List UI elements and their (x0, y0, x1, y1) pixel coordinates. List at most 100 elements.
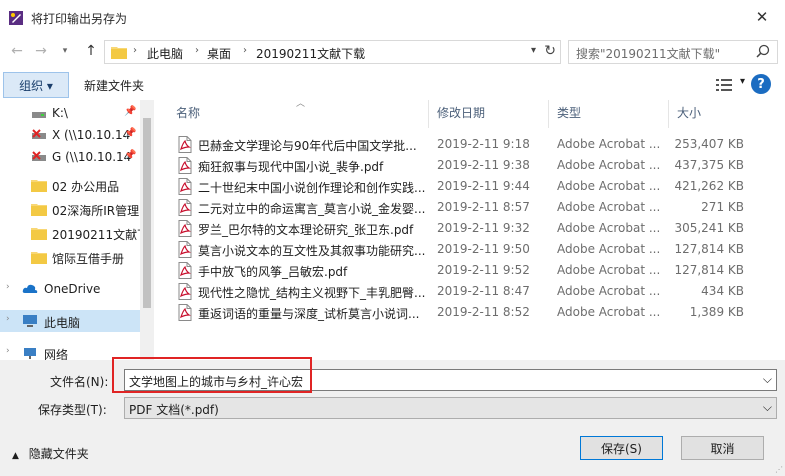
network-icon (24, 348, 36, 359)
view-chevron-down-icon[interactable]: ▾ (740, 76, 745, 87)
pdf-file-icon (178, 199, 192, 216)
address-bar[interactable]: › 此电脑 › 桌面 › 20190211文献下载 ▾ ↻ (104, 40, 561, 64)
sidebar-item-label: K:\ (52, 106, 68, 120)
column-header-type[interactable]: 类型 (557, 104, 581, 128)
save-button[interactable]: 保存(S) (580, 436, 663, 460)
organize-button[interactable]: 组织 ▾ (3, 72, 69, 98)
sidebar-item-download-folder[interactable]: 20190211文献下 (0, 222, 140, 244)
filetype-label: 保存类型(T): (38, 403, 107, 417)
column-divider[interactable] (428, 100, 429, 128)
new-folder-button[interactable]: 新建文件夹 (84, 77, 144, 94)
filetype-select[interactable]: PDF 文档(*.pdf) ⌵ (124, 397, 777, 419)
pin-icon: 📌 (124, 128, 137, 139)
sidebar-item-x-drive[interactable]: X (\\10.10.14 📌 (0, 124, 140, 146)
column-divider[interactable] (668, 100, 669, 128)
breadcrumb-separator: › (195, 45, 199, 56)
file-size: 437,375 KB (674, 158, 744, 172)
address-chevron-down-icon[interactable]: ▾ (531, 45, 536, 56)
sidebar-item-g-drive[interactable]: G (\\10.10.14 📌 (0, 146, 140, 168)
title-bar: 将打印输出另存为 ✕ (0, 0, 785, 34)
table-row[interactable]: 现代性之隐忧_结构主义视野下_丰乳肥臀... 2019-2-11 8:47 Adob… (160, 281, 785, 302)
sidebar-item-k-drive[interactable]: K:\ 📌 (0, 102, 140, 124)
filename-chevron-down-icon[interactable]: ⌵ (763, 372, 772, 387)
file-name: 莫言小说文本的互文性及其叙事功能研究... (198, 244, 426, 258)
breadcrumb-separator: › (133, 45, 137, 56)
hide-folders-toggle[interactable]: ▲ 隐藏文件夹 (12, 445, 89, 462)
file-size: 253,407 KB (674, 137, 744, 151)
folder-icon (31, 204, 47, 216)
forward-arrow-icon[interactable]: → (32, 41, 50, 61)
cancel-button[interactable]: 取消 (681, 436, 764, 460)
sidebar-item-ir-management[interactable]: 02深海所IR管理 (0, 198, 140, 220)
table-row[interactable]: 二元对立中的命运寓言_莫言小说_金发婴... 2019-2-11 8:57 Adob… (160, 197, 785, 218)
sidebar-item-ill-manual[interactable]: 馆际互借手册 (0, 246, 140, 268)
table-row[interactable]: 痴狂叙事与现代中国小说_裴争.pdf 2019-2-11 9:38 Adobe Ac… (160, 155, 785, 176)
folder-icon (31, 180, 47, 192)
table-row[interactable]: 巴赫金文学理论与90年代后中国文学批... 2019-2-11 9:18 Adobe… (160, 134, 785, 155)
column-header-name[interactable]: 名称 (176, 104, 200, 128)
help-icon[interactable]: ? (751, 74, 771, 94)
file-type: Adobe Acrobat ... (557, 221, 661, 235)
search-input[interactable]: 搜索"20190211文献下载" (568, 40, 778, 64)
up-arrow-icon[interactable]: ↑ (82, 41, 100, 61)
expand-chevron-icon[interactable]: › (6, 314, 10, 324)
back-arrow-icon[interactable]: ← (8, 41, 26, 61)
column-header-date[interactable]: 修改日期 (437, 104, 485, 128)
sidebar-item-label: 02深海所IR管理 (52, 204, 140, 218)
computer-icon (23, 315, 37, 327)
table-row[interactable]: 重返词语的重量与深度_试析莫言小说词... 2019-2-11 8:52 Adobe… (160, 302, 785, 323)
pdf-file-icon (178, 157, 192, 174)
pdf-file-icon (178, 283, 192, 300)
breadcrumb-folder[interactable]: 20190211文献下载 (256, 45, 365, 62)
file-date: 2019-2-11 9:50 (437, 242, 530, 256)
refresh-icon[interactable]: ↻ (544, 43, 556, 59)
hide-folders-label: 隐藏文件夹 (28, 447, 89, 461)
breadcrumb-separator: › (243, 45, 247, 56)
expand-chevron-icon[interactable]: › (6, 346, 10, 356)
file-date: 2019-2-11 9:44 (437, 179, 530, 193)
pdf-file-icon (178, 241, 192, 258)
window-title: 将打印输出另存为 (31, 12, 128, 26)
file-list: ︿ 名称 修改日期 类型 大小 巴赫金文学理论与90年代后中国文学批... 201… (160, 99, 785, 360)
file-name: 巴赫金文学理论与90年代后中国文学批... (198, 139, 417, 153)
column-divider[interactable] (548, 100, 549, 128)
file-date: 2019-2-11 8:52 (437, 305, 530, 319)
expand-chevron-icon[interactable]: › (6, 282, 10, 292)
pdf-file-icon (178, 220, 192, 237)
view-options-icon[interactable] (716, 78, 732, 92)
file-type: Adobe Acrobat ... (557, 179, 661, 193)
table-row[interactable]: 手中放飞的风筝_吕敏宏.pdf 2019-2-11 9:52 Adobe Acrob… (160, 260, 785, 281)
table-row[interactable]: 罗兰_巴尔特的文本理论研究_张卫东.pdf 2019-2-11 9:32 Adobe… (160, 218, 785, 239)
file-name: 痴狂叙事与现代中国小说_裴争.pdf (198, 160, 384, 174)
file-type: Adobe Acrobat ... (557, 284, 661, 298)
network-drive-icon (32, 129, 46, 139)
file-name: 手中放飞的风筝_吕敏宏.pdf (198, 265, 348, 279)
folder-icon (31, 228, 47, 240)
pdf-file-icon (178, 262, 192, 279)
pdf-file-icon (178, 136, 192, 153)
sidebar-item-onedrive[interactable]: › OneDrive (0, 278, 140, 300)
filetype-chevron-down-icon[interactable]: ⌵ (763, 400, 772, 415)
table-row[interactable]: 莫言小说文本的互文性及其叙事功能研究... 2019-2-11 9:50 Adobe… (160, 239, 785, 260)
recent-chevron-down-icon[interactable]: ▾ (56, 41, 74, 61)
sidebar-item-label: X (\\10.10.14 (52, 128, 131, 142)
folder-icon (31, 252, 47, 264)
file-type: Adobe Acrobat ... (557, 137, 661, 151)
printer-app-icon (9, 11, 23, 25)
save-form: 文件名(N): 文学地图上的城市与乡村_许心宏 ⌵ 保存类型(T): PDF 文… (0, 357, 785, 476)
sidebar-item-this-pc[interactable]: › 此电脑 (0, 310, 140, 332)
close-button[interactable]: ✕ (739, 0, 785, 34)
file-type: Adobe Acrobat ... (557, 263, 661, 277)
resize-grip-icon[interactable]: ⋰ (775, 465, 783, 474)
scrollbar-thumb[interactable] (143, 118, 151, 308)
file-date: 2019-2-11 9:18 (437, 137, 530, 151)
file-date: 2019-2-11 9:32 (437, 221, 530, 235)
sidebar-item-office-supplies[interactable]: 02 办公用品 (0, 174, 140, 196)
sidebar-scrollbar[interactable] (140, 100, 154, 360)
file-type: Adobe Acrobat ... (557, 200, 661, 214)
filename-label: 文件名(N): (50, 375, 109, 389)
breadcrumb-this-pc[interactable]: 此电脑 (147, 45, 183, 62)
table-row[interactable]: 二十世纪末中国小说创作理论和创作实践... 2019-2-11 9:44 Adobe… (160, 176, 785, 197)
column-header-size[interactable]: 大小 (677, 104, 701, 128)
breadcrumb-desktop[interactable]: 桌面 (207, 45, 231, 62)
